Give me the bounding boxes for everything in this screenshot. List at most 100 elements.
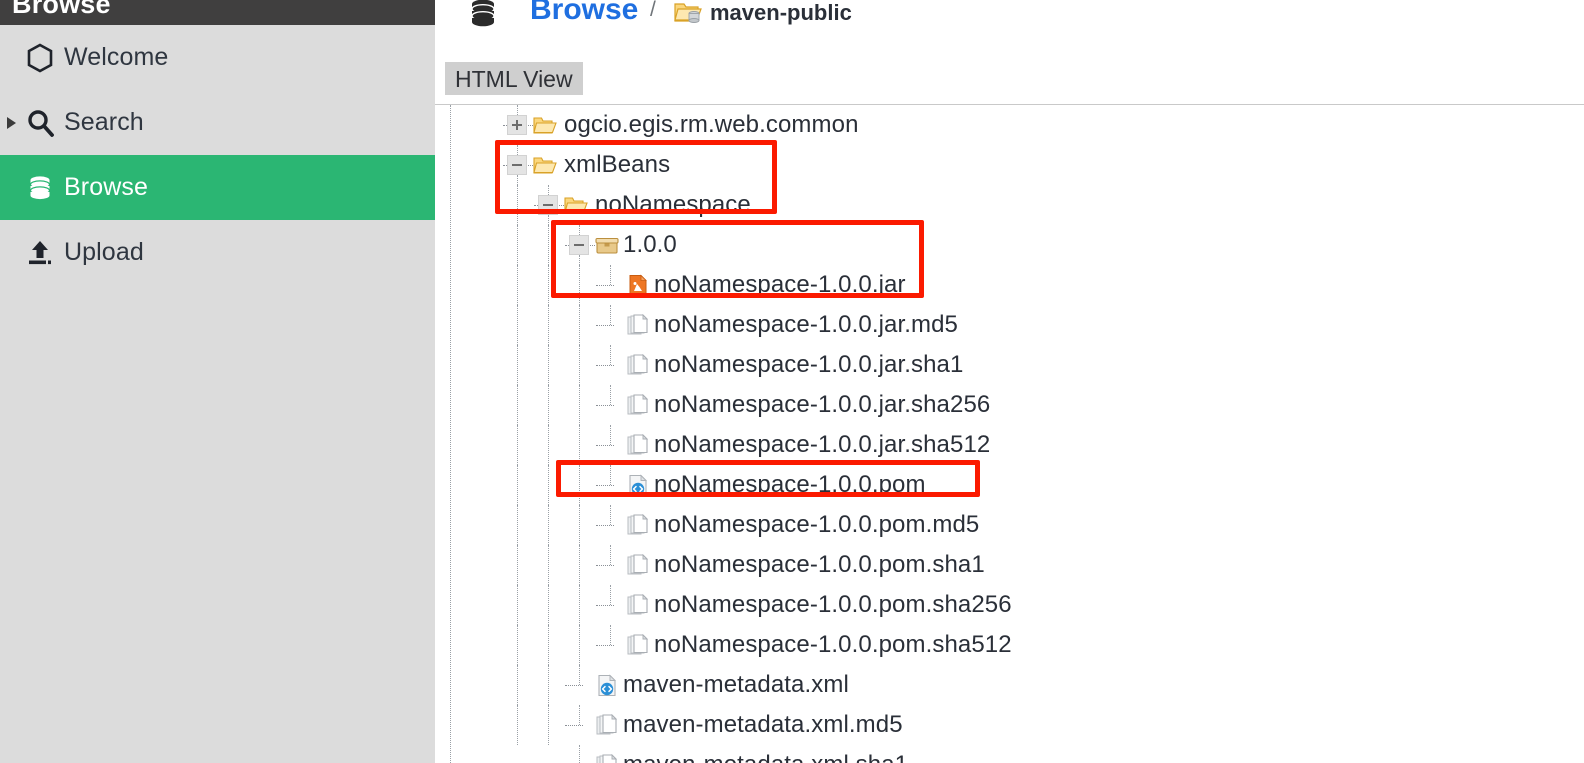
tree-node-label[interactable]: noNamespace-1.0.0.pom.sha1 [654,551,985,579]
tree-node-label[interactable]: xmlBeans [564,151,670,179]
tree-node-label[interactable]: maven-metadata.xml [623,671,849,699]
tree-guide-line [579,465,580,505]
repository-folder-icon [674,0,702,25]
tree-guide-line [517,265,518,305]
tree-guide-line [548,305,549,345]
folder-icon [533,114,557,137]
collapse-node-icon[interactable] [507,155,527,175]
xml-file-icon [626,474,650,497]
tree-guide-stub [610,385,611,405]
tree-row[interactable]: 1.0.0 [435,225,1584,265]
package-icon [595,234,619,257]
sidebar-item-browse[interactable]: Browse [0,155,435,220]
tree-guide-line [548,385,549,425]
tree-elbow-connector [596,365,614,366]
tree-guide-stub [548,185,549,195]
tree-node-label[interactable]: 1.0.0 [623,231,677,259]
tree-elbow-connector [596,285,614,286]
tree-guide-line [579,505,580,545]
upload-icon [26,238,54,268]
tree-node-label[interactable]: maven-metadata.xml.md5 [623,711,903,739]
tree-row[interactable]: noNamespace-1.0.0.pom.sha512 [435,625,1584,665]
tree-node-label[interactable]: noNamespace-1.0.0.pom [654,471,926,499]
tree-row[interactable]: maven-metadata.xml [435,665,1584,705]
tree-node-label[interactable]: noNamespace-1.0.0.jar.sha256 [654,391,990,419]
tree-row[interactable]: noNamespace-1.0.0.pom.md5 [435,505,1584,545]
expand-node-icon[interactable] [507,115,527,135]
tree-guide-line [579,265,580,305]
tree-guide-line [548,225,549,265]
checksum-file-icon [595,713,619,737]
collapse-node-icon[interactable] [538,195,558,215]
hexagon-icon [26,43,54,73]
tree-node-label[interactable]: noNamespace-1.0.0.jar.sha1 [654,351,963,379]
tree-guide-line [517,585,518,625]
chevron-right-icon[interactable] [4,116,18,130]
tree-node-label[interactable]: noNamespace-1.0.0.jar.sha512 [654,431,990,459]
tree-guide-line [579,625,580,665]
tree-row[interactable]: noNamespace-1.0.0.jar.sha512 [435,425,1584,465]
tree-node-label[interactable]: maven-metadata.xml.sha1 [623,751,908,763]
tree-node-label[interactable]: noNamespace-1.0.0.jar [654,271,906,299]
tree-row[interactable]: maven-metadata.xml.md5 [435,705,1584,745]
tree-guide-stub [610,545,611,565]
sidebar-nav-list: Welcome Search Browse Upload [0,25,435,285]
component-tree[interactable]: ogcio.egis.rm.web.common xmlBeans noNamesp… [435,105,1584,763]
tree-row[interactable]: noNamespace-1.0.0.pom.sha1 [435,545,1584,585]
tree-guide-line [579,385,580,425]
tree-elbow-connector [596,445,614,446]
tree-row[interactable]: noNamespace-1.0.0.jar.md5 [435,305,1584,345]
sidebar-item-label: Welcome [64,43,169,71]
tree-row[interactable]: noNamespace-1.0.0.pom [435,465,1584,505]
tree-guide-line [548,585,549,625]
tree-node-label[interactable]: noNamespace [595,191,751,219]
tab-html-view[interactable]: HTML View [445,62,583,95]
tree-row[interactable]: maven-metadata.xml.sha1 [435,745,1584,763]
tree-row[interactable]: xmlBeans [435,145,1584,185]
tree-node-label[interactable]: noNamespace-1.0.0.pom.sha256 [654,591,1012,619]
tree-node-label[interactable]: ogcio.egis.rm.web.common [564,111,859,139]
sidebar-item-search[interactable]: Search [0,90,435,155]
tree-node-label[interactable]: noNamespace-1.0.0.pom.md5 [654,511,979,539]
tree-row[interactable]: noNamespace-1.0.0.jar.sha1 [435,345,1584,385]
tree-guide-line [517,625,518,665]
tree-guide-stub [548,215,549,225]
tree-row[interactable]: noNamespace [435,185,1584,225]
tree-row[interactable]: noNamespace-1.0.0.jar [435,265,1584,305]
folder-icon [564,194,588,217]
collapse-node-icon[interactable] [569,235,589,255]
checksum-file-icon [626,313,650,337]
checksum-file-icon [626,593,650,617]
tree-row[interactable]: noNamespace-1.0.0.jar.sha256 [435,385,1584,425]
tree-guide-stub [610,345,611,365]
tree-row[interactable]: noNamespace-1.0.0.pom.sha256 [435,585,1584,625]
tree-node-label[interactable]: noNamespace-1.0.0.pom.sha512 [654,631,1012,659]
main-panel: Browse / maven-public HTML View ogcio.eg… [435,0,1584,763]
tree-guide-line [517,425,518,465]
tree-guide-line [548,545,549,585]
sidebar-header: Browse [0,0,435,25]
xml-file-icon [595,674,619,697]
tree-node-label[interactable]: noNamespace-1.0.0.jar.md5 [654,311,958,339]
database-icon [26,173,54,203]
tree-guide-stub [579,255,580,265]
folder-icon [533,154,557,177]
tree-elbow-connector [596,405,614,406]
tree-row[interactable]: ogcio.egis.rm.web.common [435,105,1584,145]
sidebar-item-welcome[interactable]: Welcome [0,25,435,90]
tree-guide-stub [610,505,611,525]
sidebar: Browse Welcome Search Browse Upload [0,0,435,763]
breadcrumb-repository-name[interactable]: maven-public [710,0,852,26]
tree-guide-stub [579,745,580,763]
checksum-file-icon [626,433,650,457]
tree-guide-line [548,625,549,665]
tree-guide-line [548,425,549,465]
tree-guide-line [579,345,580,385]
tree-guide-stub [517,175,518,185]
tree-guide-line [548,705,549,745]
sidebar-item-upload[interactable]: Upload [0,220,435,285]
sidebar-item-label: Upload [64,238,144,266]
tree-guide-stub [517,145,518,155]
breadcrumb-browse-link[interactable]: Browse [530,0,638,27]
tree-guide-stub [517,105,518,115]
